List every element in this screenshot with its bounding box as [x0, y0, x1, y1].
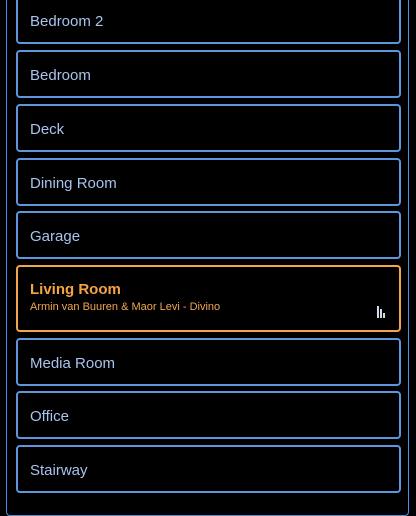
room-item-living-room[interactable]: Living Room Armin van Buuren & Maor Levi… [16, 265, 401, 332]
room-label: Garage [30, 228, 81, 245]
room-item-stairway[interactable]: Stairway [16, 445, 401, 493]
room-item-dining-room[interactable]: Dining Room [16, 158, 401, 206]
room-item-bedroom-2[interactable]: Bedroom 2 [16, 0, 401, 44]
room-label: Bedroom 2 [30, 13, 104, 30]
equalizer-icon [377, 306, 385, 318]
room-label: Dining Room [30, 175, 117, 192]
room-label: Office [30, 408, 69, 425]
room-item-garage[interactable]: Garage [16, 211, 401, 259]
room-label: Living Room [30, 281, 121, 298]
room-item-office[interactable]: Office [16, 391, 401, 439]
room-item-media-room[interactable]: Media Room [16, 338, 401, 386]
room-label: Stairway [30, 462, 88, 479]
room-item-deck[interactable]: Deck [16, 104, 401, 152]
now-playing-text: Armin van Buuren & Maor Levi - Divino [30, 301, 221, 313]
room-item-bedroom[interactable]: Bedroom [16, 50, 401, 98]
room-label: Bedroom [30, 67, 91, 84]
room-label: Deck [30, 121, 65, 138]
room-label: Media Room [30, 355, 116, 372]
